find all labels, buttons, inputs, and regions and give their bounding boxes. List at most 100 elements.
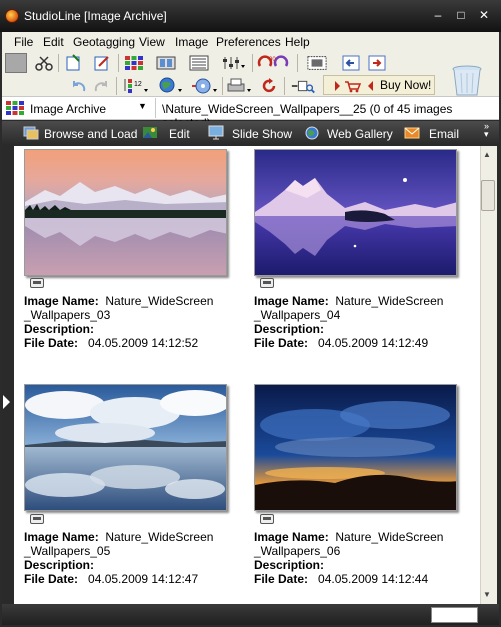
image-metadata: Image Name: Nature_WideScreen _Wallpaper… [254,530,443,586]
description-label: Description: [254,322,325,336]
app-logo-icon[interactable] [5,9,19,23]
menu-preferences[interactable]: Preferences [216,35,281,49]
file-date-label: File Date: [254,336,309,350]
image-info-icon[interactable] [260,514,274,524]
close-button[interactable]: ✕ [476,8,492,22]
previous-button[interactable] [340,53,362,73]
menu-view[interactable]: View [139,35,165,49]
vertical-scrollbar[interactable] [480,146,497,604]
minimize-button[interactable]: – [430,8,446,22]
redo-icon [94,81,107,92]
image-info-icon[interactable] [30,278,44,288]
trash-bin-icon[interactable] [451,63,483,97]
scrollbar-thumb[interactable] [481,180,495,211]
image-thumbnail[interactable] [24,384,227,511]
window-title: StudioLine [Image Archive] [24,9,167,23]
file-date-value: 04.05.2009 14:12:47 [88,572,199,586]
description-label: Description: [254,558,325,572]
description-label: Description: [24,322,95,336]
web-gallery-icon [305,126,319,140]
toolbar-separator [284,77,285,95]
rotate-button[interactable]: 90 [255,53,293,73]
photo-mountain-sunrise [25,150,226,275]
file-date-value: 04.05.2009 14:12:49 [318,336,429,350]
import-button[interactable] [63,53,85,73]
image-metadata: Image Name: Nature_WideScreen _Wallpaper… [24,294,213,350]
image-metadata: Image Name: Nature_WideScreen _Wallpaper… [24,530,213,586]
grid-view-icon [125,56,143,70]
nav-edit[interactable]: Edit [169,127,190,141]
email-icon [404,127,420,139]
image-thumbnail[interactable] [254,384,457,511]
film-view-button[interactable] [155,53,177,73]
grid-view-button[interactable] [123,53,145,73]
menu-edit[interactable]: Edit [43,35,64,49]
nav-web-gallery[interactable]: Web Gallery [327,127,393,141]
image-name-value: Nature_WideScreen [335,294,444,308]
photo-mountain-night [255,150,456,275]
svg-text:90: 90 [269,57,276,63]
photo-sunset-hills [255,385,456,510]
menu-help[interactable]: Help [285,35,310,49]
image-name-value: Nature_WideScreen [335,530,444,544]
adjust-button[interactable] [220,53,248,73]
details-view-button[interactable] [188,53,210,73]
nav-slide-show[interactable]: Slide Show [232,127,292,141]
media-button[interactable] [190,76,220,96]
zoom-button[interactable] [289,76,319,96]
image-name-value: Nature_WideScreen [105,294,214,308]
maximize-button[interactable]: □ [453,8,469,22]
filmstrip-icon [156,56,176,70]
image-info-icon[interactable] [30,514,44,524]
redo-button[interactable] [90,76,112,96]
select-tool-button[interactable] [5,53,27,73]
archive-grid-icon [6,101,24,115]
menu-file[interactable]: File [14,35,33,49]
image-info-icon[interactable] [260,278,274,288]
toolbar-separator [58,54,59,72]
undo-icon [73,81,86,92]
image-name-label: Image Name: [254,530,329,544]
image-thumbnail[interactable] [254,149,457,276]
image-thumbnail[interactable] [24,149,227,276]
next-button[interactable] [366,53,388,73]
toolbar-separator [222,77,223,95]
nav-overflow-chevron-icon[interactable]: » ▾ [484,122,489,139]
refresh-icon [262,78,276,93]
photo-clouds-lake [25,385,226,510]
geotag-button[interactable] [157,76,187,96]
export-button[interactable] [91,53,113,73]
dropdown-arrow-icon[interactable]: ▼ [138,101,147,111]
sort-button[interactable]: 12 [121,76,151,96]
cart-icon [335,81,373,93]
refresh-button[interactable] [258,76,280,96]
expand-panel-arrow-icon[interactable] [3,395,10,409]
menu-image[interactable]: Image [175,35,208,49]
sort-icon: 12 [124,79,148,93]
image-metadata: Image Name: Nature_WideScreen _Wallpaper… [254,294,443,350]
nav-email[interactable]: Email [429,127,459,141]
arrow-right-icon [368,55,386,71]
sliders-icon [223,57,245,69]
image-name-value-continued: _Wallpapers_05 [24,544,111,558]
rotate-icon: 90 [257,55,289,67]
nav-browse-and-load[interactable]: Browse and Load [44,127,137,141]
layout-button[interactable] [306,53,328,73]
import-icon [66,54,80,71]
status-field [431,607,478,623]
menu-geotagging[interactable]: Geotagging [73,35,135,49]
image-name-value-continued: _Wallpapers_04 [254,308,341,322]
image-name-value: Nature_WideScreen [105,530,214,544]
print-button[interactable] [225,76,255,96]
scroll-up-arrow-icon[interactable]: ▲ [483,150,491,159]
side-panel-toggle-strip[interactable] [2,146,14,604]
scroll-down-arrow-icon[interactable]: ▼ [483,590,491,599]
export-icon [94,56,109,71]
image-name-value-continued: _Wallpapers_03 [24,308,111,322]
undo-button[interactable] [68,76,90,96]
cut-button[interactable] [33,53,55,73]
globe-icon [159,77,182,93]
slideshow-icon [208,125,224,140]
browse-load-icon [23,126,39,140]
archive-selector-value: Image Archive [30,102,107,116]
